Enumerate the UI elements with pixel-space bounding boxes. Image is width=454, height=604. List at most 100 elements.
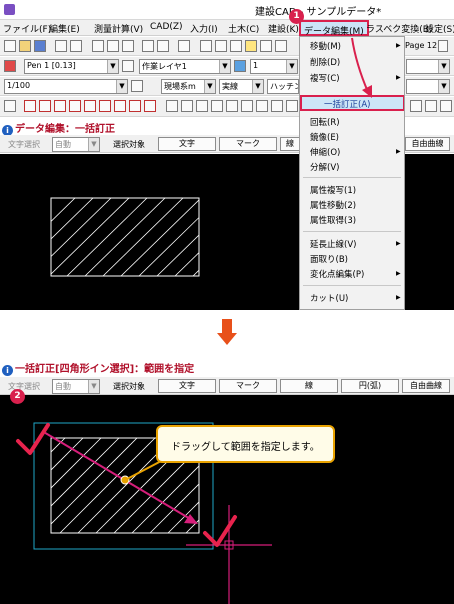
info-icon: i bbox=[2, 365, 13, 376]
extend-tool-icon[interactable] bbox=[440, 100, 452, 112]
layer-combo[interactable]: 作業レイヤ1 ▼ bbox=[139, 59, 231, 74]
image-tool-icon[interactable] bbox=[241, 100, 253, 112]
linetype-combo[interactable]: 1 ▼ bbox=[250, 59, 298, 74]
app-icon bbox=[4, 4, 15, 15]
parallel-line-icon[interactable] bbox=[39, 100, 51, 112]
target-curve-button[interactable]: 自由曲線 bbox=[405, 137, 450, 151]
zoom-all-icon[interactable] bbox=[230, 40, 242, 52]
menu-item-attr-move[interactable]: 属性移動(2) bbox=[310, 199, 356, 211]
target-curve-button[interactable]: 自由曲線 bbox=[402, 379, 450, 393]
line-preview-combo[interactable]: ▼ bbox=[406, 59, 450, 74]
target-line-button[interactable]: 線 bbox=[280, 379, 338, 393]
target-text-button[interactable]: 文字 bbox=[158, 137, 216, 151]
undo-icon[interactable] bbox=[142, 40, 154, 52]
menu-data-edit[interactable]: データ編集(M) bbox=[299, 20, 369, 37]
arc-tool-icon[interactable] bbox=[99, 100, 111, 112]
menu-item-mirror[interactable]: 鏡像(E) bbox=[310, 131, 339, 143]
redo-icon[interactable] bbox=[157, 40, 169, 52]
menu-item-attr-copy[interactable]: 属性複写(1) bbox=[310, 184, 356, 196]
bulk-edit-header: i 一括訂正[四角形イン選択]：範囲を指定 bbox=[0, 360, 454, 376]
site-coordinate-combo[interactable]: 現場系m ▼ bbox=[161, 79, 216, 94]
menu-separator bbox=[303, 285, 401, 286]
menu-item-delete[interactable]: 削除(D) bbox=[310, 56, 340, 68]
polygon-tool-icon[interactable] bbox=[84, 100, 96, 112]
menu-raster-vector[interactable]: ラスベク変換(B) bbox=[366, 22, 432, 35]
chevron-down-icon: ▼ bbox=[438, 60, 449, 73]
print-icon[interactable] bbox=[55, 40, 67, 52]
menu-item-explode[interactable]: 分解(V) bbox=[310, 161, 339, 173]
menu-cad[interactable]: CAD(Z) bbox=[150, 22, 183, 32]
menu-item-attr-get[interactable]: 属性取得(3) bbox=[310, 214, 356, 226]
curve-tool-icon[interactable] bbox=[129, 100, 141, 112]
trim-tool-icon[interactable] bbox=[425, 100, 437, 112]
menu-civil[interactable]: 土木(C) bbox=[228, 22, 259, 35]
zoom-icon[interactable] bbox=[200, 40, 212, 52]
target-text-button[interactable]: 文字 bbox=[158, 379, 216, 393]
menu-item-chamfer[interactable]: 面取り(B) bbox=[310, 253, 348, 265]
menu-item-extend[interactable]: 延長止線(V) bbox=[310, 238, 356, 250]
grid-icon[interactable] bbox=[260, 40, 272, 52]
print-preview-icon[interactable] bbox=[70, 40, 82, 52]
offset-tool-icon[interactable] bbox=[410, 100, 422, 112]
target-line-button[interactable]: 線 bbox=[280, 137, 300, 151]
menu-item-vertex-edit[interactable]: 変化点編集(P) bbox=[310, 268, 364, 280]
dimension-tool-icon[interactable] bbox=[144, 100, 156, 112]
menu-survey[interactable]: 測量計算(V) bbox=[94, 22, 143, 35]
menu-construction[interactable]: 建設(K) bbox=[268, 22, 299, 35]
check-mark-icon bbox=[16, 423, 50, 455]
help-pointer-icon[interactable] bbox=[178, 40, 190, 52]
rectangle-tool-icon[interactable] bbox=[54, 100, 66, 112]
table-tool-icon[interactable] bbox=[256, 100, 268, 112]
text-select-combo[interactable]: 自動 ▼ bbox=[52, 137, 100, 152]
menu-item-cut[interactable]: カット(U) bbox=[310, 292, 348, 304]
menu-separator bbox=[303, 177, 401, 178]
measure-tool-icon[interactable] bbox=[271, 100, 283, 112]
layer-settings-icon[interactable] bbox=[234, 60, 246, 72]
line-tool-icon[interactable] bbox=[24, 100, 36, 112]
menu-file[interactable]: ファイル(F) bbox=[3, 22, 51, 35]
pen-settings-icon[interactable] bbox=[122, 60, 134, 72]
text-tool-icon[interactable] bbox=[114, 100, 126, 112]
menu-item-move[interactable]: 移動(M) bbox=[310, 40, 341, 52]
menu-item-stretch[interactable]: 伸縮(O) bbox=[310, 146, 340, 158]
new-file-icon[interactable] bbox=[4, 40, 16, 52]
menu-item-copy[interactable]: 複写(C) bbox=[310, 72, 340, 84]
open-folder-icon[interactable] bbox=[19, 40, 31, 52]
paste-icon[interactable] bbox=[122, 40, 134, 52]
menu-item-bulk-edit[interactable]: 一括訂正(A) bbox=[300, 95, 404, 111]
target-arc-button[interactable]: 円(弧) bbox=[341, 379, 399, 393]
scale-combo[interactable]: 1/100 ▼ bbox=[4, 79, 128, 94]
hatch-combo-value: ハッチング bbox=[270, 82, 298, 91]
save-icon[interactable] bbox=[34, 40, 46, 52]
box-tool-icon[interactable] bbox=[69, 100, 81, 112]
cut-icon[interactable] bbox=[92, 40, 104, 52]
eraser-icon[interactable] bbox=[4, 60, 16, 72]
target-mark-button[interactable]: マーク bbox=[219, 137, 277, 151]
chevron-down-icon: ▼ bbox=[286, 60, 297, 73]
mark-tool-icon[interactable] bbox=[211, 100, 223, 112]
text-select-combo[interactable]: 自動 ▼ bbox=[52, 379, 100, 394]
arc3-tool-icon[interactable] bbox=[181, 100, 193, 112]
menu-item-rotate[interactable]: 回転(R) bbox=[310, 116, 340, 128]
pen-combo[interactable]: Pen 1 [0.13] ▼ bbox=[24, 59, 119, 74]
symbol-tool-icon[interactable] bbox=[226, 100, 238, 112]
ellipse-tool-icon[interactable] bbox=[196, 100, 208, 112]
scale-settings-icon[interactable] bbox=[131, 80, 143, 92]
zoom-window-icon[interactable] bbox=[215, 40, 227, 52]
target-label: 選択対象 bbox=[113, 140, 145, 149]
menu-settings[interactable]: 設定(S) bbox=[425, 22, 454, 35]
menu-input[interactable]: 入力(I) bbox=[190, 22, 218, 35]
hatch-combo[interactable]: ハッチング bbox=[267, 79, 299, 94]
target-mark-button[interactable]: マーク bbox=[219, 379, 277, 393]
linetype-combo-value: 1 bbox=[253, 61, 259, 70]
page-spinner[interactable] bbox=[438, 40, 448, 52]
hatch-tool-icon[interactable] bbox=[286, 100, 298, 112]
circle-tool-icon[interactable] bbox=[166, 100, 178, 112]
hatch-preview-combo[interactable]: ▼ bbox=[406, 79, 450, 94]
line-style-combo[interactable]: 実線 ▼ bbox=[219, 79, 264, 94]
menu-edit[interactable]: 編集(E) bbox=[49, 22, 80, 35]
select-tool-icon[interactable] bbox=[4, 100, 16, 112]
copy-icon[interactable] bbox=[107, 40, 119, 52]
snap-icon[interactable] bbox=[275, 40, 287, 52]
redraw-icon[interactable] bbox=[245, 40, 257, 52]
